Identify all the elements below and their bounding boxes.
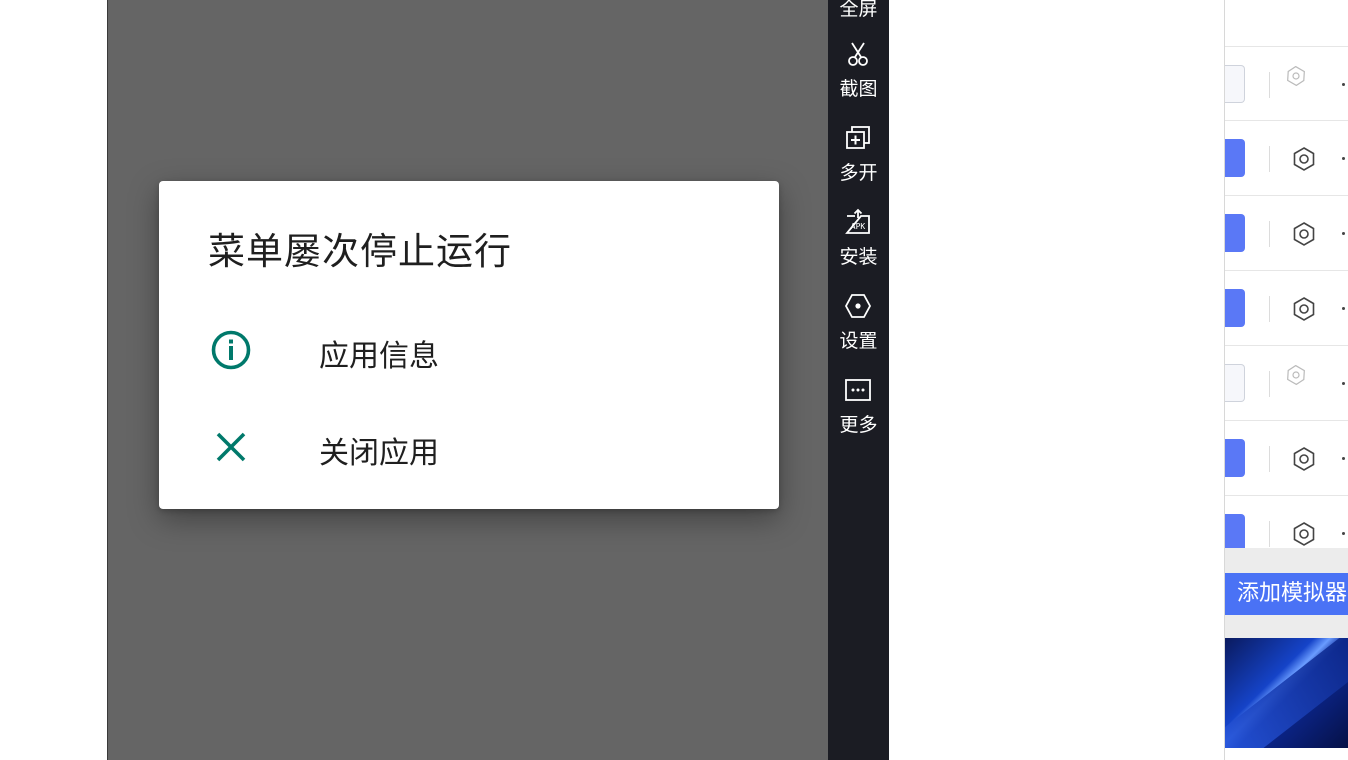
close-app-option[interactable]: 关闭应用 [159, 403, 779, 489]
instance-more-icon[interactable] [1342, 83, 1345, 86]
instance-more-icon[interactable] [1342, 457, 1345, 460]
apk-install-icon: APK [845, 208, 870, 234]
instance-more-icon[interactable] [1342, 532, 1345, 535]
instance-row [1225, 120, 1348, 196]
settings-label: 设置 [839, 330, 878, 352]
instance-more-icon[interactable] [1342, 382, 1345, 385]
multi-window-icon [846, 126, 870, 149]
instance-settings-icon[interactable] [1286, 66, 1306, 86]
instance-row [1225, 195, 1348, 271]
instance-start-button[interactable] [1225, 65, 1245, 103]
more-label: 更多 [839, 414, 878, 436]
screenshot-label: 截图 [839, 78, 878, 100]
app-crash-dialog: 菜单屡次停止运行 应用信息 关闭应用 [159, 181, 779, 509]
promo-banner[interactable] [1225, 638, 1348, 748]
instance-start-button[interactable] [1225, 514, 1245, 549]
instance-start-button[interactable] [1225, 214, 1245, 252]
scissors-icon [848, 42, 868, 66]
add-emulator-button[interactable]: 添加模拟器 [1225, 573, 1348, 615]
hex-settings-icon [844, 294, 872, 318]
instance-start-button[interactable] [1225, 289, 1245, 327]
instance-row [1225, 345, 1348, 421]
instance-settings-icon[interactable] [1291, 296, 1317, 322]
more-icon [845, 379, 871, 401]
instance-more-icon[interactable] [1342, 157, 1345, 160]
install-label: 安装 [839, 246, 878, 268]
instance-start-button[interactable] [1225, 139, 1245, 177]
instance-start-button[interactable] [1225, 439, 1245, 477]
emulator-screen: 菜单屡次停止运行 应用信息 关闭应用 [107, 0, 829, 760]
svg-text:APK: APK [851, 222, 866, 231]
instance-settings-icon[interactable] [1291, 146, 1317, 172]
instance-settings-icon[interactable] [1291, 521, 1317, 547]
multi-open-label: 多开 [839, 162, 878, 184]
close-icon [216, 432, 246, 462]
app-info-option[interactable]: 应用信息 [159, 306, 779, 392]
app-info-label: 应用信息 [319, 339, 439, 374]
instance-settings-icon[interactable] [1286, 365, 1306, 385]
close-app-label: 关闭应用 [319, 436, 439, 471]
instance-row [1225, 46, 1348, 122]
instance-more-icon[interactable] [1342, 232, 1345, 235]
instance-settings-icon[interactable] [1291, 446, 1317, 472]
instance-row [1225, 495, 1348, 549]
instance-start-button[interactable] [1225, 364, 1245, 402]
instance-row [1225, 420, 1348, 496]
instance-row [1225, 270, 1348, 346]
instance-more-icon[interactable] [1342, 307, 1345, 310]
emulator-toolbar: 全屏 截图 多开 APK 安装 设置 更多 [828, 0, 889, 760]
fullscreen-label: 全屏 [839, 0, 878, 20]
instance-list-footer: 添加模拟器 [1225, 548, 1348, 638]
dialog-title: 菜单屡次停止运行 [208, 230, 512, 273]
instance-list-panel: 添加模拟器 [1224, 0, 1348, 760]
instance-settings-icon[interactable] [1291, 221, 1317, 247]
info-icon [211, 330, 251, 370]
